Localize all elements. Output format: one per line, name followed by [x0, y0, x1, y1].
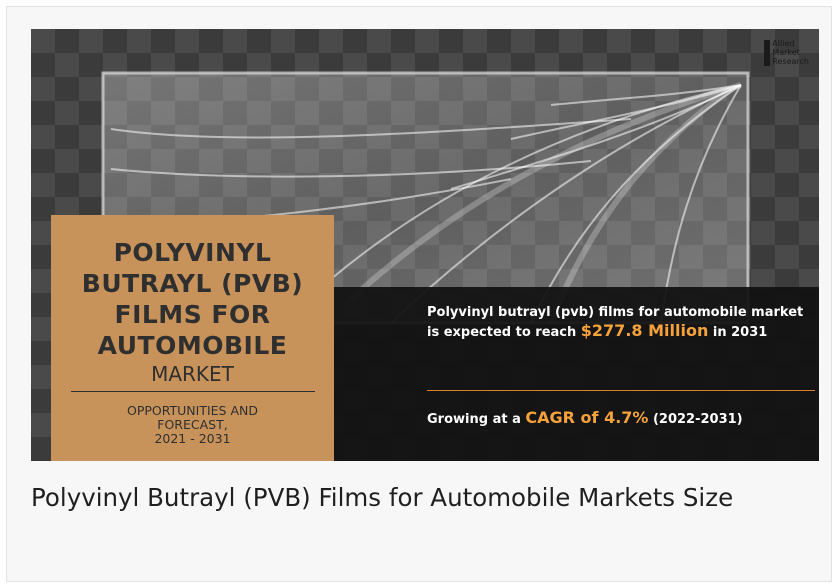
cagr-text: Growing at a CAGR of 4.7% (2022-2031)	[427, 409, 817, 429]
title-line-3: FILMS FOR	[114, 300, 271, 329]
logo-line-1: Allied	[772, 39, 795, 48]
reach-suffix: in 2031	[712, 325, 768, 340]
logo-mark-icon	[764, 40, 771, 66]
title-line-2: BUTRAYL (PVB)	[81, 269, 304, 298]
stats-panel: Polyvinyl butrayl (pvb) films for automo…	[334, 287, 819, 461]
allied-market-research-logo: Allied Market Research	[764, 39, 809, 66]
market-banner-image[interactable]: Allied Market Research POLYVINYL BUTRAYL…	[31, 29, 819, 461]
market-subtitle: MARKET	[151, 362, 234, 386]
cagr-suffix: (2022-2031)	[652, 412, 743, 427]
title-divider	[70, 391, 315, 392]
stats-divider	[427, 390, 815, 391]
reach-value: $277.8 Million	[580, 321, 709, 340]
market-title: POLYVINYL BUTRAYL (PVB) FILMS FOR AUTOMO…	[51, 237, 334, 361]
forecast-line-1: OPPORTUNITIES AND	[126, 403, 258, 418]
cagr-prefix: Growing at a	[427, 412, 521, 427]
market-reach-text: Polyvinyl butrayl (pvb) films for automo…	[427, 304, 812, 342]
cagr-value: CAGR of 4.7%	[525, 408, 649, 427]
forecast-line-3: 2021 - 2031	[154, 431, 231, 446]
logo-line-3: Research	[772, 57, 809, 66]
forecast-line-2: FORECAST,	[157, 417, 228, 432]
logo-line-2: Market	[772, 48, 800, 57]
image-caption: Polyvinyl Butrayl (PVB) Films for Automo…	[31, 483, 734, 512]
title-line-4: AUTOMOBILE	[97, 331, 288, 360]
title-box: POLYVINYL BUTRAYL (PVB) FILMS FOR AUTOMO…	[51, 215, 334, 461]
title-line-1: POLYVINYL	[113, 238, 272, 267]
forecast-text: OPPORTUNITIES AND FORECAST, 2021 - 2031	[93, 404, 293, 446]
image-card: Allied Market Research POLYVINYL BUTRAYL…	[6, 6, 832, 582]
